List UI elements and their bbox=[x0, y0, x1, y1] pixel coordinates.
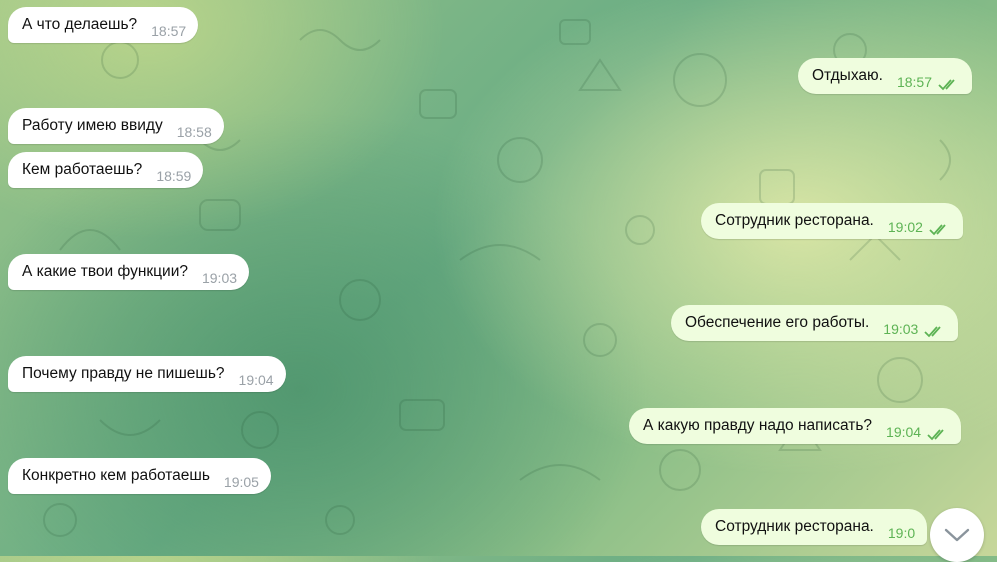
message-text: Сотрудник ресторана. bbox=[715, 518, 874, 535]
message-text: А что делаешь? bbox=[22, 16, 138, 33]
message-incoming[interactable]: Почему правду не пишешь? 19:04 bbox=[8, 356, 286, 392]
message-time: 19:03 bbox=[883, 321, 919, 337]
message-text: Конкретно кем работаешь bbox=[22, 467, 210, 484]
message-text: А какие твои функции? bbox=[22, 263, 188, 280]
message-text: Кем работаешь? bbox=[22, 161, 143, 178]
message-text: Сотрудник ресторана. bbox=[715, 212, 874, 229]
message-time: 19:03 bbox=[201, 270, 238, 286]
message-incoming[interactable]: Работу имею ввиду 18:58 bbox=[8, 108, 224, 144]
message-time: 18:58 bbox=[176, 124, 212, 140]
message-text: Работу имею ввиду bbox=[22, 117, 163, 134]
message-incoming[interactable]: Конкретно кем работаешь 19:05 bbox=[8, 458, 271, 494]
message-text: Отдыхаю. bbox=[812, 67, 883, 84]
message-time: 19:02 bbox=[887, 219, 923, 235]
chevron-down-icon bbox=[944, 528, 970, 542]
message-incoming[interactable]: А что делаешь? 18:57 bbox=[8, 7, 199, 43]
message-text: А какую правду надо написать? bbox=[643, 417, 873, 434]
message-time: 19:05 bbox=[223, 474, 259, 490]
message-outgoing[interactable]: Обеспечение его работы. 19:03 bbox=[671, 305, 959, 341]
double-check-icon bbox=[927, 429, 944, 441]
message-time: 19:0 bbox=[887, 525, 916, 541]
message-time: 19:04 bbox=[238, 372, 274, 388]
message-outgoing[interactable]: Сотрудник ресторана. 19:02 bbox=[701, 203, 963, 239]
message-outgoing[interactable]: А какую правду надо написать? 19:04 bbox=[629, 408, 962, 444]
message-outgoing[interactable]: Сотрудник ресторана. 19:0 bbox=[701, 509, 928, 545]
message-time: 18:59 bbox=[156, 168, 192, 184]
message-text: Почему правду не пишешь? bbox=[22, 365, 225, 382]
scroll-to-bottom-button[interactable] bbox=[930, 508, 984, 562]
double-check-icon bbox=[929, 224, 946, 236]
message-text: Обеспечение его работы. bbox=[685, 314, 870, 331]
message-incoming[interactable]: А какие твои функции? 19:03 bbox=[8, 254, 250, 290]
double-check-icon bbox=[938, 79, 955, 91]
message-time: 18:57 bbox=[151, 23, 187, 39]
message-incoming[interactable]: Кем работаешь? 18:59 bbox=[8, 152, 204, 188]
message-time: 19:04 bbox=[886, 424, 922, 440]
message-time: 18:57 bbox=[896, 74, 933, 90]
double-check-icon bbox=[924, 326, 942, 338]
message-outgoing[interactable]: Отдыхаю. 18:57 bbox=[798, 58, 973, 94]
